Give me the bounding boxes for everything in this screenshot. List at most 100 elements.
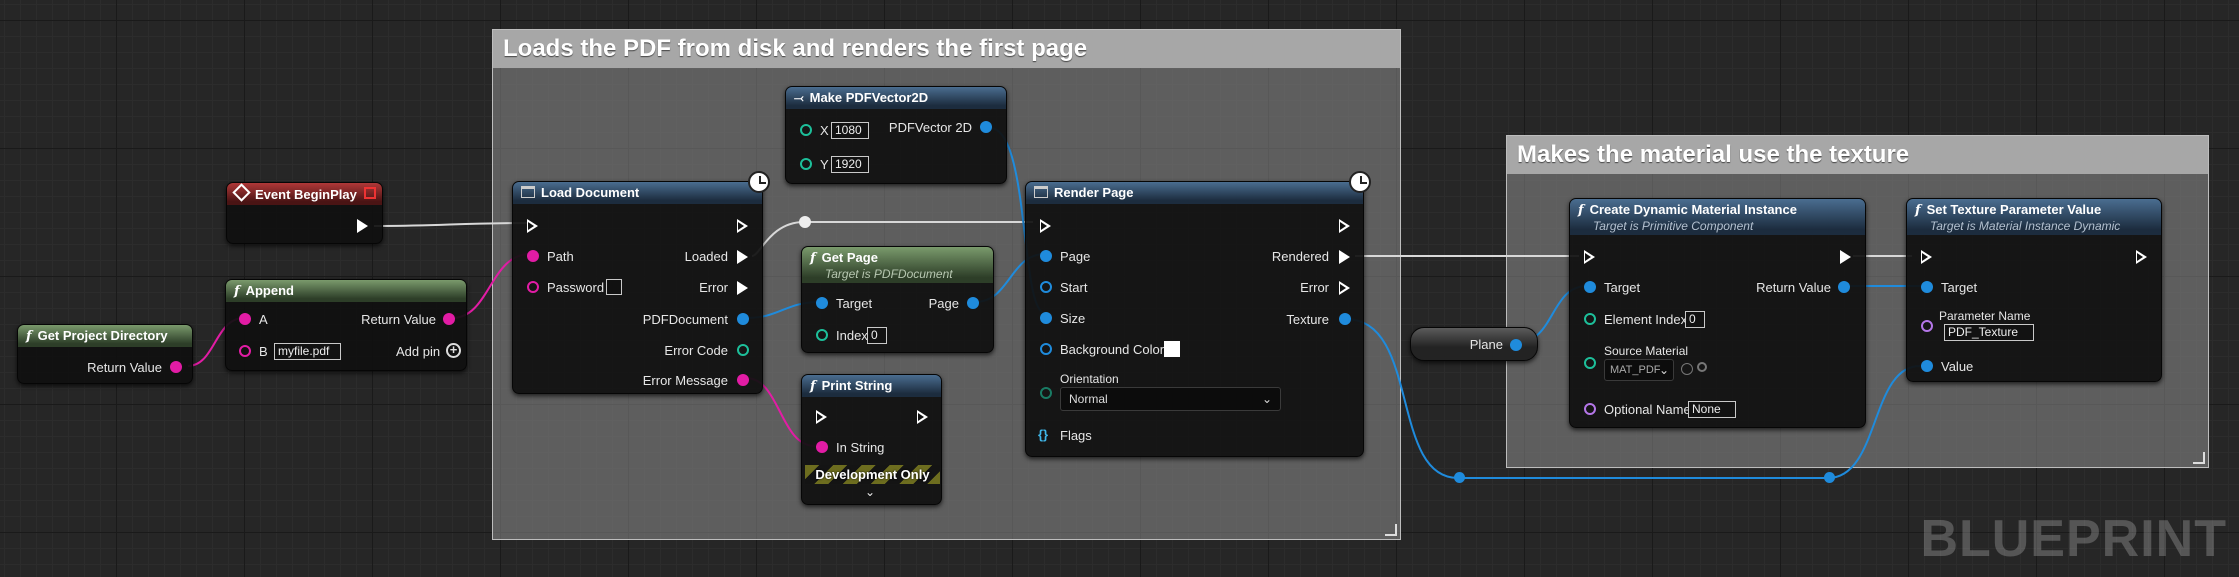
exec-in-pin[interactable] xyxy=(816,410,827,424)
value-pin[interactable] xyxy=(1921,360,1933,372)
a-label: A xyxy=(259,312,268,327)
index-pin[interactable] xyxy=(816,329,828,341)
source-material-pin[interactable] xyxy=(1584,357,1596,369)
event-beginplay-node[interactable]: Event BeginPlay xyxy=(226,182,383,244)
y-value-input[interactable]: 1920 xyxy=(831,156,869,173)
pdfdocument-pin[interactable] xyxy=(737,313,749,325)
reroute-node-texture[interactable] xyxy=(1454,472,1465,483)
node-title: Append xyxy=(245,283,294,298)
target-pin[interactable] xyxy=(1584,281,1596,293)
background-color-swatch[interactable] xyxy=(1164,341,1180,357)
render-page-node[interactable]: Render Page Page Rendered Start Error Si… xyxy=(1025,171,1371,457)
browse-asset-search-icon[interactable] xyxy=(1697,362,1707,372)
index-value-input[interactable]: 0 xyxy=(867,327,887,344)
node-subtitle: Target is Material Instance Dynamic xyxy=(1930,219,2121,233)
plane-label: Plane xyxy=(1469,337,1503,352)
chevron-down-icon: ⌄ xyxy=(1658,363,1669,377)
start-pin[interactable] xyxy=(1040,281,1052,293)
path-label: Path xyxy=(547,249,574,264)
loaded-exec-pin[interactable] xyxy=(737,250,748,264)
parameter-name-input[interactable]: PDF_Texture xyxy=(1944,324,2034,341)
return-value-pin[interactable] xyxy=(443,313,455,325)
create-dynamic-material-instance-node[interactable]: f Create Dynamic Material Instance Target … xyxy=(1569,198,1866,428)
x-value-input[interactable]: 1080 xyxy=(831,122,869,139)
set-texture-parameter-value-node[interactable]: f Set Texture Parameter Value Target is Ma… xyxy=(1906,198,2162,382)
rendered-exec-pin[interactable] xyxy=(1339,250,1350,264)
y-pin[interactable] xyxy=(800,158,812,170)
optional-name-pin[interactable] xyxy=(1584,403,1596,415)
background-color-label: Background Color xyxy=(1060,342,1165,357)
plane-out-pin[interactable] xyxy=(1510,339,1522,351)
plane-variable-node[interactable]: Plane xyxy=(1410,327,1538,361)
expand-chevron-icon[interactable]: ⌄ xyxy=(865,485,875,499)
element-index-pin[interactable] xyxy=(1584,313,1596,325)
page-label: Page xyxy=(1060,249,1091,264)
use-selected-asset-icon[interactable] xyxy=(1681,363,1693,375)
page-label: Page xyxy=(928,296,959,311)
a-input-pin[interactable] xyxy=(239,313,251,325)
append-node[interactable]: f Append A Return Value B myfile.pdf Add … xyxy=(225,279,467,371)
event-icon xyxy=(232,183,251,202)
exec-in-pin[interactable] xyxy=(1040,219,1051,233)
in-string-label: In String xyxy=(836,440,885,455)
latent-clock-icon xyxy=(1349,171,1371,193)
parameter-name-pin[interactable] xyxy=(1921,320,1933,332)
exec-in-pin[interactable] xyxy=(527,219,538,233)
comment-title[interactable]: Makes the material use the texture xyxy=(1507,136,2208,174)
print-string-node[interactable]: f Print String In String Development Only… xyxy=(801,374,942,505)
return-value-pin[interactable] xyxy=(170,361,182,373)
node-title: Load Document xyxy=(541,185,640,200)
exec-out-pin[interactable] xyxy=(917,410,928,424)
target-pin[interactable] xyxy=(1921,281,1933,293)
get-project-directory-node[interactable]: f Get Project Directory Return Value xyxy=(17,324,193,384)
path-pin[interactable] xyxy=(527,250,539,262)
struct-braces-icon: {} xyxy=(1038,427,1049,442)
return-value-pin[interactable] xyxy=(1838,281,1850,293)
exec-out-pin[interactable] xyxy=(357,219,368,233)
password-pin[interactable] xyxy=(527,281,539,293)
in-string-pin[interactable] xyxy=(816,441,828,453)
element-index-input[interactable]: 0 xyxy=(1685,311,1705,328)
error-exec-pin[interactable] xyxy=(1339,281,1350,295)
add-pin-label[interactable]: Add pin xyxy=(396,344,440,359)
password-input[interactable] xyxy=(606,279,622,295)
x-pin[interactable] xyxy=(800,124,812,136)
size-label: Size xyxy=(1060,311,1086,326)
error-exec-pin[interactable] xyxy=(737,281,748,295)
resize-grip[interactable] xyxy=(2193,452,2205,464)
source-material-dropdown[interactable]: MAT_PDF ⌄ xyxy=(1604,359,1674,381)
page-out-pin[interactable] xyxy=(967,297,979,309)
background-color-pin[interactable] xyxy=(1040,343,1052,355)
orientation-pin[interactable] xyxy=(1040,387,1052,399)
return-value-label: Return Value xyxy=(361,312,436,327)
resize-grip[interactable] xyxy=(1385,524,1397,536)
exec-in-pin[interactable] xyxy=(1921,250,1932,264)
add-pin-icon[interactable]: + xyxy=(446,343,461,358)
exec-out-pin[interactable] xyxy=(2136,250,2147,264)
comment-title[interactable]: Loads the PDF from disk and renders the … xyxy=(493,30,1400,68)
size-pin[interactable] xyxy=(1040,312,1052,324)
page-pin[interactable] xyxy=(1040,250,1052,262)
load-document-node[interactable]: Load Document Path Loaded Password Error… xyxy=(512,171,770,394)
function-library-icon xyxy=(521,186,535,198)
target-pin[interactable] xyxy=(816,297,828,309)
optional-name-label: Optional Name xyxy=(1604,402,1691,417)
get-page-node[interactable]: f Get Page Target is PDFDocument Target Pa… xyxy=(801,246,994,353)
exec-out-pin[interactable] xyxy=(1339,219,1350,233)
delegate-pin[interactable] xyxy=(364,187,376,199)
error-code-pin[interactable] xyxy=(737,344,749,356)
function-icon: f xyxy=(26,329,32,344)
exec-out-pin[interactable] xyxy=(737,219,748,233)
exec-in-pin[interactable] xyxy=(1584,250,1595,264)
orientation-dropdown[interactable]: Normal ⌄ xyxy=(1060,387,1281,411)
texture-out-pin[interactable] xyxy=(1339,313,1351,325)
error-message-pin[interactable] xyxy=(737,374,749,386)
b-value-input[interactable]: myfile.pdf xyxy=(274,343,341,360)
node-title: Event BeginPlay xyxy=(255,187,357,202)
b-input-pin[interactable] xyxy=(239,345,251,357)
pdfvector-out-pin[interactable] xyxy=(980,121,992,133)
optional-name-input[interactable]: None xyxy=(1688,401,1736,418)
exec-out-pin[interactable] xyxy=(1840,250,1851,264)
make-pdfvector2d-node[interactable]: ⤙ Make PDFVector2D X 1080 PDFVector 2D Y … xyxy=(785,86,1007,184)
reroute-node-value[interactable] xyxy=(1824,472,1835,483)
